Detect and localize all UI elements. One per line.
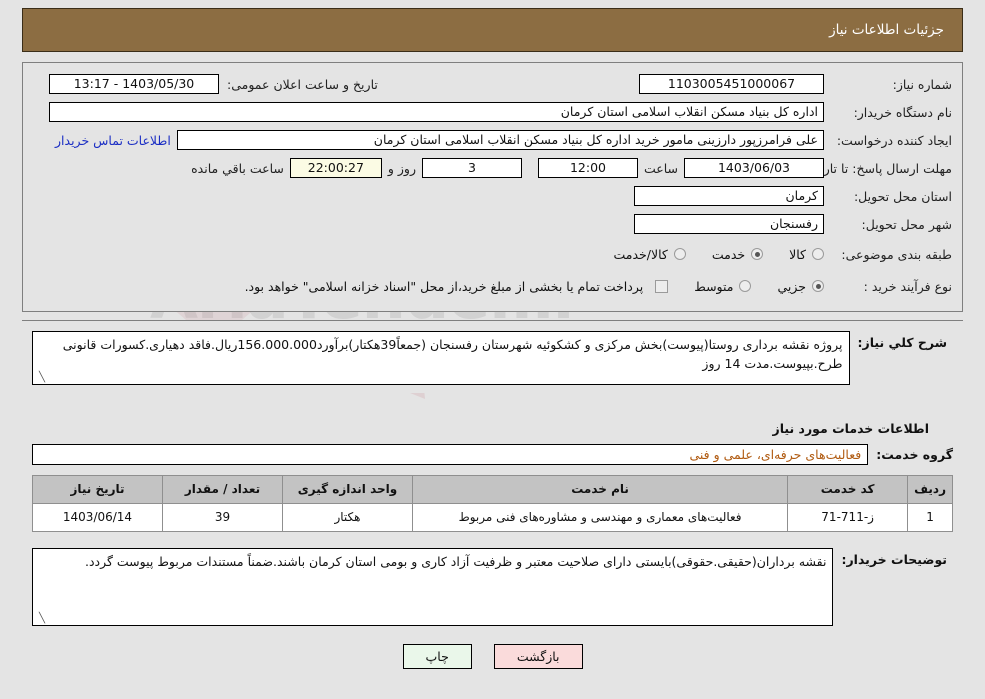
deadline-hour-label: ساعت — [643, 160, 678, 176]
summary-text: پروژه نقشه برداری روستا(پیوست)بخش مرکزی … — [62, 337, 843, 372]
row-buyer-org: نام دستگاه خریدار: اداره کل بنیاد مسکن ا… — [33, 99, 952, 125]
city-label: شهر محل تحویل: — [861, 216, 952, 232]
process-option-medium-label: متوسط — [694, 278, 734, 294]
row-request-creator: ایجاد کننده درخواست: علی فرامرزپور دارزی… — [33, 127, 952, 153]
cell-row-index: 1 — [907, 502, 953, 532]
city-value: رفسنجان — [634, 214, 824, 234]
category-option-goods-service[interactable]: کالا/خدمت — [613, 246, 686, 262]
services-table-body: 1 ز-711-71 فعالیت‌های معماری و مهندسی و … — [32, 502, 953, 532]
col-header-name: نام خدمت — [411, 474, 789, 504]
process-radio-group: جزیي متوسط — [668, 279, 824, 294]
deadline-date-value: 1403/06/03 — [684, 158, 824, 178]
summary-resize-grip-icon[interactable] — [35, 373, 45, 383]
buyer-contact-link[interactable]: اطلاعات تماس خریدار — [49, 133, 177, 148]
radio-goods-icon[interactable] — [812, 248, 824, 260]
services-table-header-row: ردیف کد خدمت نام خدمت واحد اندازه گیری ت… — [32, 474, 953, 504]
cell-need-date: 1403/06/14 — [32, 502, 163, 532]
remaining-days-value: 3 — [421, 158, 522, 178]
need-number-value: 1103005451000067 — [639, 74, 824, 94]
row-delivery-province: استان محل تحویل: کرمان — [33, 183, 952, 209]
category-option-goods-service-label: کالا/خدمت — [613, 246, 668, 262]
need-number-label: شماره نیاز: — [892, 76, 952, 92]
process-option-minor[interactable]: جزیي — [777, 279, 824, 294]
radio-service-icon[interactable] — [751, 248, 764, 260]
process-option-minor-label: جزیي — [777, 278, 806, 294]
cell-unit: هکتار — [282, 502, 413, 532]
buyer-notes-section: توضیحات خریدار: نقشه برداران(حقیقی.حقوقی… — [22, 541, 963, 630]
buyer-notes-text: نقشه برداران(حقیقی.حقوقی)بایستی دارای صل… — [84, 553, 827, 569]
col-header-code: کد خدمت — [787, 474, 909, 504]
col-header-need-date: تاریخ نیاز — [32, 474, 163, 504]
remaining-clock-label: ساعت باقي مانده — [191, 160, 284, 176]
announce-label: تاریخ و ساعت اعلان عمومی: — [227, 76, 378, 92]
row-need-number: شماره نیاز: 1103005451000067 تاریخ و ساع… — [33, 71, 952, 97]
row-purchase-process: نوع فرآیند خرید : جزیي متوسط پرداخت تمام… — [33, 271, 952, 301]
province-value: کرمان — [634, 186, 824, 206]
radio-medium-icon[interactable] — [739, 280, 752, 292]
services-table: ردیف کد خدمت نام خدمت واحد اندازه گیری ت… — [32, 474, 953, 532]
summary-text-box[interactable]: پروژه نقشه برداری روستا(پیوست)بخش مرکزی … — [32, 331, 850, 385]
row-subject-category: طبقه بندی موضوعی: کالا خدمت کالا/خدمت — [33, 239, 952, 269]
summary-label: شرح کلي نیاز: — [857, 335, 947, 350]
province-label: استان محل تحویل: — [853, 188, 952, 204]
page-title-bar: جزئیات اطلاعات نیاز — [22, 8, 963, 52]
buyer-notes-label: توضیحات خریدار: — [841, 551, 947, 567]
treasury-checkbox-option[interactable]: پرداخت تمام یا بخشی از مبلغ خرید،از محل … — [245, 279, 669, 294]
remaining-days-label: روز و — [387, 160, 416, 176]
category-option-goods[interactable]: کالا — [789, 247, 824, 262]
summary-panel: شرح کلي نیاز: پروژه نقشه برداری روستا(پی… — [22, 320, 963, 393]
col-header-quantity: تعداد / مقدار — [162, 474, 283, 504]
back-button[interactable]: بازگشت — [493, 643, 583, 669]
service-group-label: گروه خدمت: — [876, 446, 953, 462]
category-option-service[interactable]: خدمت — [711, 246, 764, 262]
row-delivery-city: شهر محل تحویل: رفسنجان — [33, 211, 952, 237]
summary-row: شرح کلي نیاز: پروژه نقشه برداری روستا(پی… — [32, 331, 953, 385]
category-label: طبقه بندی موضوعی: — [841, 246, 952, 262]
buyer-org-label: نام دستگاه خریدار: — [853, 104, 952, 120]
buyer-notes-box[interactable]: نقشه برداران(حقیقی.حقوقی)بایستی دارای صل… — [32, 547, 834, 626]
treasury-checkbox-icon[interactable] — [655, 279, 669, 293]
announce-value: 1403/05/30 - 13:17 — [49, 74, 219, 94]
page-root: جزئیات اطلاعات نیاز شماره نیاز: 11030054… — [0, 8, 985, 669]
col-header-unit: واحد اندازه گیری — [282, 474, 413, 504]
services-section: اطلاعات خدمات مورد نیاز گروه خدمت: فعالی… — [22, 402, 963, 536]
creator-label: ایجاد کننده درخواست: — [836, 132, 952, 148]
col-header-row: ردیف — [907, 474, 953, 504]
cell-service-name: فعالیت‌های معماری و مهندسی و مشاوره‌های … — [411, 502, 789, 532]
services-table-head: ردیف کد خدمت نام خدمت واحد اندازه گیری ت… — [32, 474, 953, 504]
radio-goods-service-icon[interactable] — [673, 248, 686, 260]
print-button[interactable]: چاپ — [402, 643, 472, 669]
process-option-medium[interactable]: متوسط — [694, 278, 752, 294]
buyer-notes-resize-grip-icon[interactable] — [35, 614, 45, 624]
action-button-bar: بازگشت چاپ — [0, 643, 985, 669]
service-group-value: فعالیت‌های حرفه‌ای، علمی و فنی — [32, 443, 869, 465]
remaining-clock-value: 22:00:27 — [289, 158, 382, 178]
services-section-heading: اطلاعات خدمات مورد نیاز — [772, 420, 930, 436]
creator-value: علی فرامرزپور دارزینی مامور خرید اداره ک… — [176, 130, 824, 150]
deadline-hour-value: 12:00 — [537, 158, 638, 178]
category-option-service-label: خدمت — [711, 246, 746, 262]
category-option-goods-label: کالا — [789, 246, 806, 262]
buyer-org-value: اداره کل بنیاد مسکن انقلاب اسلامی استان … — [49, 102, 824, 122]
buyer-notes-row: توضیحات خریدار: نقشه برداران(حقیقی.حقوقی… — [32, 547, 953, 626]
need-info-panel: شماره نیاز: 1103005451000067 تاریخ و ساع… — [22, 62, 963, 312]
deadline-label: مهلت ارسال پاسخ: تا تاریخ: — [807, 160, 952, 176]
process-label: نوع فرآیند خرید : — [863, 278, 952, 294]
row-response-deadline: مهلت ارسال پاسخ: تا تاریخ: 1403/06/03 سا… — [33, 155, 952, 181]
radio-minor-icon[interactable] — [812, 280, 824, 292]
service-group-row: گروه خدمت: فعالیت‌های حرفه‌ای، علمی و فن… — [32, 443, 953, 465]
table-row: 1 ز-711-71 فعالیت‌های معماری و مهندسی و … — [32, 502, 953, 532]
cell-service-code: ز-711-71 — [787, 502, 909, 532]
category-radio-group: کالا خدمت کالا/خدمت — [587, 247, 824, 262]
page-title: جزئیات اطلاعات نیاز — [829, 22, 944, 38]
cell-quantity: 39 — [162, 502, 283, 532]
treasury-checkbox-label: پرداخت تمام یا بخشی از مبلغ خرید،از محل … — [244, 278, 644, 294]
